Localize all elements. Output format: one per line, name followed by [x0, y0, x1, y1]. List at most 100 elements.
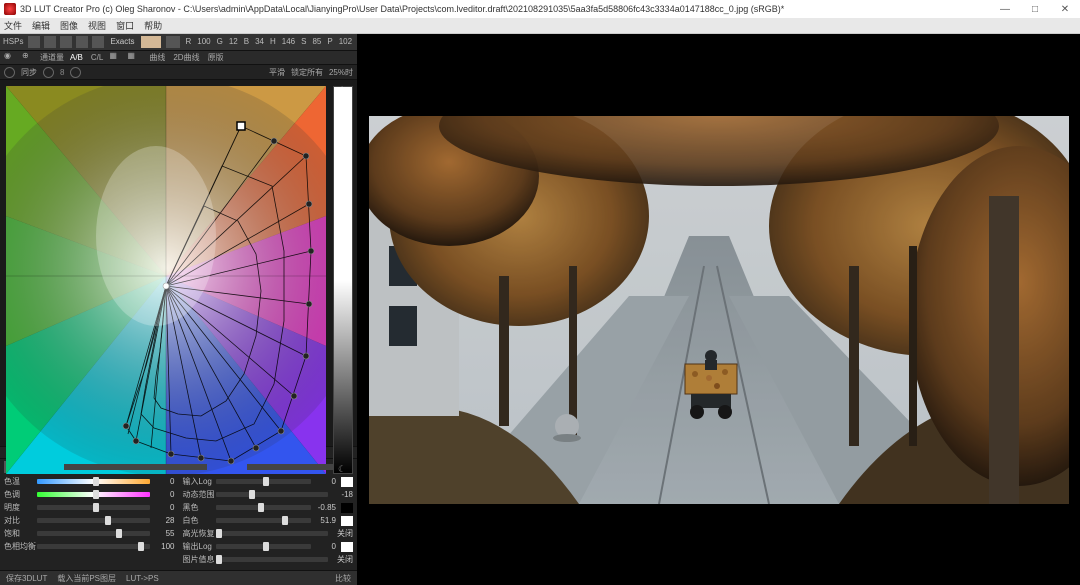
slider-swatch[interactable] [341, 503, 353, 513]
slider-value: 0 [314, 542, 336, 551]
save-3dlut-button[interactable]: 保存3DLUT [6, 573, 47, 584]
slider-track[interactable] [37, 544, 150, 549]
slider-row: 色温0 [4, 475, 175, 488]
eyedropper-icon[interactable]: ◉ [4, 51, 16, 63]
image-preview[interactable] [369, 116, 1069, 504]
tab-volume[interactable]: 原版 [208, 52, 224, 63]
channels-label[interactable]: 通道量 [40, 52, 64, 63]
window-titlebar: 3D LUT Creator Pro (c) Oleg Sharonov - C… [0, 0, 1080, 18]
slider-label: 对比 [4, 515, 34, 526]
slider-row: 对比28 [4, 514, 175, 527]
p-val: 102 [339, 37, 352, 46]
slider-label: 色相均衡 [4, 541, 34, 552]
slider-track[interactable] [216, 531, 329, 536]
slider-track[interactable] [216, 479, 312, 484]
slider-track[interactable] [216, 557, 329, 562]
luminance-slider[interactable]: ☀ ☾ [333, 86, 353, 474]
slider-swatch[interactable] [341, 516, 353, 526]
sync-label[interactable]: 同步 [21, 67, 37, 78]
compare-button[interactable]: 比较 [335, 573, 351, 584]
slider-track[interactable] [37, 505, 150, 510]
menu-window[interactable]: 窗口 [116, 19, 134, 32]
lock-label[interactable]: 锁定所有 [291, 67, 323, 78]
tab-cl[interactable]: C/L [91, 53, 103, 62]
menu-bar: 文件 编辑 图像 视图 窗口 帮助 [0, 18, 1080, 34]
color-swatch-alt[interactable] [166, 36, 180, 48]
slider-swatch[interactable] [341, 477, 353, 487]
master-slider[interactable] [64, 464, 207, 470]
slider-label: 图片值息 [183, 554, 213, 565]
close-button[interactable]: ✕ [1050, 4, 1080, 15]
p-label: P [327, 37, 332, 46]
opt-icon[interactable] [70, 67, 81, 78]
slider-value: 关闭 [331, 528, 353, 539]
slider-row: 色相均衡 100 [4, 540, 175, 553]
slider-track[interactable] [37, 518, 150, 523]
slider-swatch[interactable] [341, 542, 353, 552]
tool-icon[interactable] [44, 36, 56, 48]
target-icon[interactable]: ⊕ [22, 51, 34, 63]
slider-track[interactable] [37, 492, 150, 497]
mode-label[interactable]: HSPs [3, 37, 23, 46]
toolbar-tools: ◉ ⊕ 通道量 A/B C/L ▦ ▦ 曲线 2D曲线 原版 [0, 51, 357, 66]
app-icon [4, 3, 16, 15]
slider-label: 动态范围 [183, 489, 213, 500]
s-val: 85 [312, 37, 321, 46]
slider-row: 高光恢复 关闭 [183, 527, 354, 540]
slider-value: 100 [153, 542, 175, 551]
menu-file[interactable]: 文件 [4, 19, 22, 32]
slider-value: 51.9 [314, 516, 336, 525]
slider-track[interactable] [37, 479, 150, 484]
g-val: 12 [229, 37, 238, 46]
slider-label: 输入Log [183, 476, 213, 487]
color-grid-area[interactable]: ☀ ☾ [0, 80, 357, 446]
slider-track[interactable] [216, 518, 312, 523]
preview-panel [357, 34, 1080, 585]
slider-track[interactable] [216, 492, 329, 497]
tool-icon[interactable] [76, 36, 88, 48]
slider-row: 色调0 [4, 488, 175, 501]
menu-image[interactable]: 图像 [60, 19, 78, 32]
opt-icon[interactable] [43, 67, 54, 78]
menu-view[interactable]: 视图 [88, 19, 106, 32]
color-wheel[interactable] [6, 86, 326, 474]
tool-icon[interactable] [60, 36, 72, 48]
gamma-slider[interactable] [247, 464, 333, 470]
tab-2dgrid[interactable]: 2D曲线 [173, 52, 199, 63]
grid-icon[interactable]: ▦ [109, 51, 121, 63]
b-val: 34 [255, 37, 264, 46]
slider-row: 饱和55 [4, 527, 175, 540]
slider-row: 白色 51.9 [183, 514, 354, 527]
slider-label: 色温 [4, 476, 34, 487]
slider-value: -18 [331, 490, 353, 499]
slider-label: 饱和 [4, 528, 34, 539]
maximize-button[interactable]: □ [1020, 4, 1050, 15]
slider-row: 明度0 [4, 501, 175, 514]
slider-label: 高光恢复 [183, 528, 213, 539]
color-swatch[interactable] [141, 36, 161, 48]
pct-label[interactable]: 25%时 [329, 67, 353, 78]
tab-ab[interactable]: A/B [70, 53, 83, 62]
grid-icon[interactable]: ▦ [127, 51, 139, 63]
tab-curves[interactable]: 曲线 [149, 52, 165, 63]
menu-help[interactable]: 帮助 [144, 19, 162, 32]
slider-label: 白色 [183, 515, 213, 526]
slider-track[interactable] [216, 505, 312, 510]
slider-row: 图片值息关闭 [183, 553, 354, 566]
reset-icon[interactable] [4, 67, 15, 78]
slider-value: 0 [314, 477, 336, 486]
load-ps-button[interactable]: 载入当前PS图层 [57, 573, 116, 584]
menu-edit[interactable]: 编辑 [32, 19, 50, 32]
r-label: R [185, 37, 191, 46]
slider-track[interactable] [37, 531, 150, 536]
slider-track[interactable] [216, 544, 312, 549]
exacts-button[interactable]: Exacts [106, 37, 138, 46]
tool-icon[interactable] [92, 36, 104, 48]
tool-icon[interactable] [28, 36, 40, 48]
slider-row: 输入Log 0 [183, 475, 354, 488]
r-val: 100 [197, 37, 210, 46]
lut-ps-button[interactable]: LUT->PS [126, 574, 159, 583]
minimize-button[interactable]: — [990, 4, 1020, 15]
sliders-panel: Gamma 色温0色调0明度0对比28饱和55色相均衡100 输入Log0动态范… [0, 459, 357, 570]
avg-label[interactable]: 平滑 [269, 67, 285, 78]
